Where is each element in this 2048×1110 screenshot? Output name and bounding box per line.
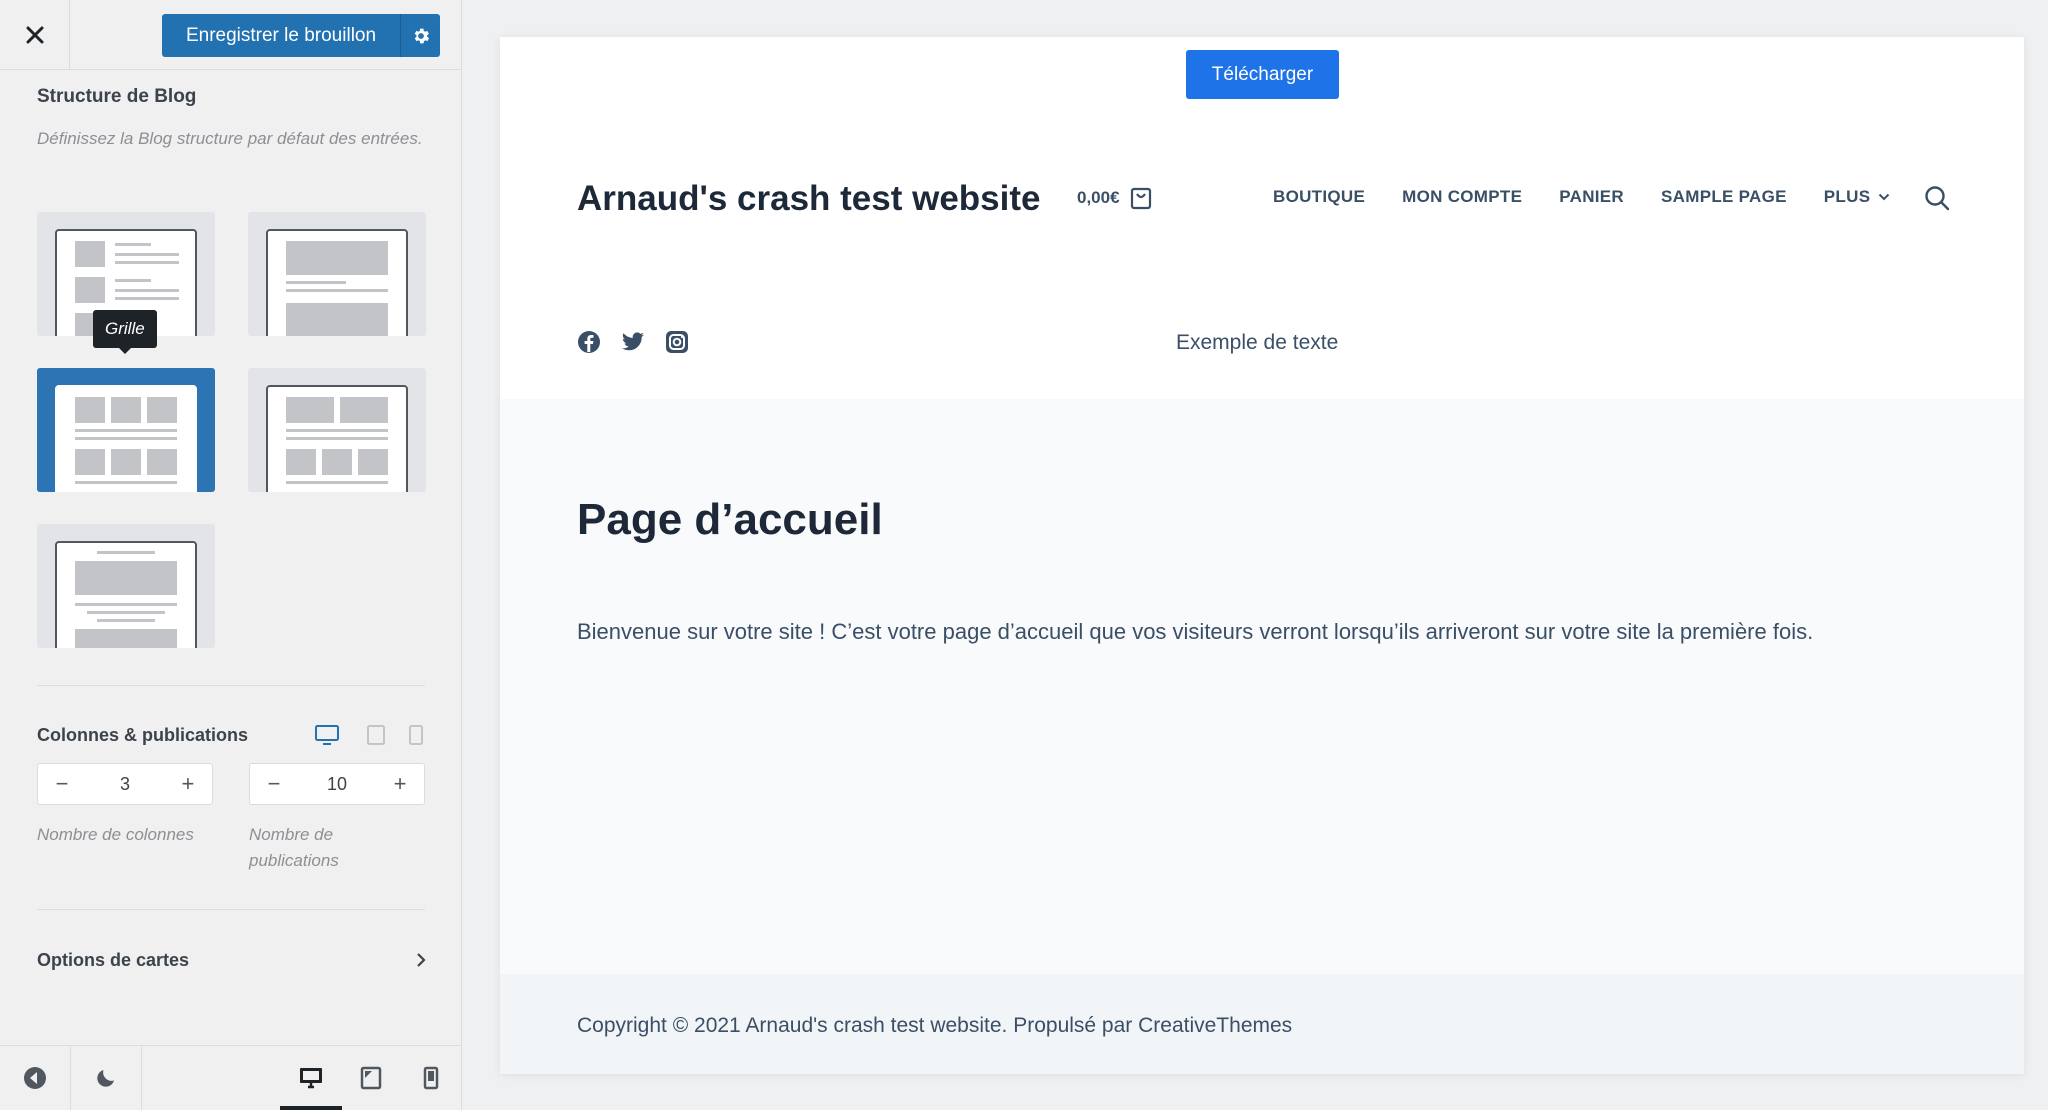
posts-decrement-button[interactable]: −	[262, 771, 286, 797]
save-settings-button[interactable]	[400, 14, 440, 57]
nav-item-plus[interactable]: PLUS	[1824, 187, 1891, 207]
desktop-icon	[300, 1068, 322, 1089]
card-options-label: Options de cartes	[37, 949, 190, 970]
hide-controls-button[interactable]	[0, 1046, 70, 1110]
social-icons	[577, 330, 689, 359]
site-preview: Télécharger Arnaud's crash test website …	[500, 37, 2024, 1074]
chevron-right-icon	[417, 953, 426, 967]
columns-decrement-button[interactable]: −	[50, 771, 74, 797]
mobile-device-icon[interactable]	[408, 724, 424, 751]
layout-option-single[interactable]	[37, 524, 215, 648]
layout-tooltip: Grille	[93, 310, 157, 354]
mobile-icon	[423, 1066, 439, 1090]
main-navigation: BOUTIQUE MON COMPTE PANIER SAMPLE PAGE P…	[1273, 187, 1927, 207]
page-body-text: Bienvenue sur votre site ! C’est votre p…	[577, 619, 1814, 644]
posts-value[interactable]: 10	[327, 774, 347, 795]
columns-label: Nombre de colonnes	[37, 825, 194, 844]
columns-increment-button[interactable]: +	[176, 771, 200, 797]
separator	[141, 1046, 142, 1110]
shopping-bag-icon	[1130, 187, 1151, 210]
close-icon	[26, 26, 43, 44]
search-icon	[1925, 186, 1950, 211]
page-title: Page d’accueil	[577, 495, 883, 544]
dark-mode-button[interactable]	[71, 1046, 141, 1110]
sidebar-topbar: Enregistrer le brouillon	[0, 0, 462, 70]
desktop-device-icon[interactable]	[314, 724, 340, 751]
cart-widget[interactable]: 0,00€	[1077, 186, 1152, 210]
layout-option-grid[interactable]	[37, 368, 215, 492]
footer-copyright: Copyright © 2021 Arnaud's crash test web…	[577, 1014, 1293, 1037]
tablet-device-icon[interactable]	[366, 724, 386, 751]
collapse-icon	[24, 1067, 46, 1089]
active-device-indicator	[280, 1106, 342, 1110]
panel-description: Définissez la Blog structure par défaut …	[37, 129, 423, 148]
customizer-sidebar: Enregistrer le brouillon Structure de Bl…	[0, 0, 462, 1110]
columns-value[interactable]: 3	[120, 774, 130, 795]
header-sample-text: Exemple de texte	[1176, 331, 1339, 354]
posts-increment-button[interactable]: +	[388, 771, 412, 797]
divider	[37, 909, 425, 910]
nav-item-plus-label: PLUS	[1823, 187, 1871, 206]
chevron-down-icon	[1879, 193, 1890, 201]
facebook-icon[interactable]	[577, 330, 601, 359]
preview-tablet-button[interactable]	[348, 1046, 394, 1110]
twitter-icon[interactable]	[621, 330, 645, 359]
save-draft-button[interactable]: Enregistrer le brouillon	[162, 14, 400, 57]
layout-thumbnail	[55, 541, 197, 648]
nav-item-boutique[interactable]: BOUTIQUE	[1273, 187, 1365, 207]
card-options-row[interactable]: Options de cartes	[37, 948, 427, 972]
save-group: Enregistrer le brouillon	[162, 14, 440, 57]
layout-thumbnail	[266, 229, 408, 336]
tablet-icon	[360, 1066, 382, 1090]
preview-desktop-button[interactable]	[280, 1046, 342, 1110]
close-button[interactable]	[0, 0, 70, 70]
panel-title: Structure de Blog	[37, 86, 197, 107]
nav-item-mon-compte[interactable]: MON COMPTE	[1402, 187, 1522, 207]
cart-amount: 0,00€	[1077, 188, 1120, 207]
gear-icon	[414, 28, 429, 43]
columns-section-title: Colonnes & publications	[37, 725, 249, 745]
site-title[interactable]: Arnaud's crash test website	[577, 179, 1040, 219]
nav-item-panier[interactable]: PANIER	[1559, 187, 1624, 207]
layout-option-classic[interactable]	[248, 212, 426, 336]
search-button[interactable]	[1924, 185, 1950, 216]
preview-mobile-button[interactable]	[408, 1046, 454, 1110]
posts-stepper: − 10 +	[249, 763, 425, 805]
moon-icon	[97, 1070, 114, 1087]
layout-thumbnail	[266, 385, 408, 492]
divider	[37, 685, 425, 686]
site-header: Télécharger Arnaud's crash test website …	[500, 37, 2024, 399]
posts-label: Nombre de publications	[249, 825, 339, 870]
layout-option-enhanced-grid[interactable]	[248, 368, 426, 492]
nav-item-sample-page[interactable]: SAMPLE PAGE	[1661, 187, 1787, 207]
layout-thumbnail	[55, 385, 197, 492]
columns-stepper: − 3 +	[37, 763, 213, 805]
download-button[interactable]: Télécharger	[1186, 50, 1339, 99]
sidebar-footer	[0, 1045, 462, 1110]
instagram-icon[interactable]	[665, 330, 689, 359]
